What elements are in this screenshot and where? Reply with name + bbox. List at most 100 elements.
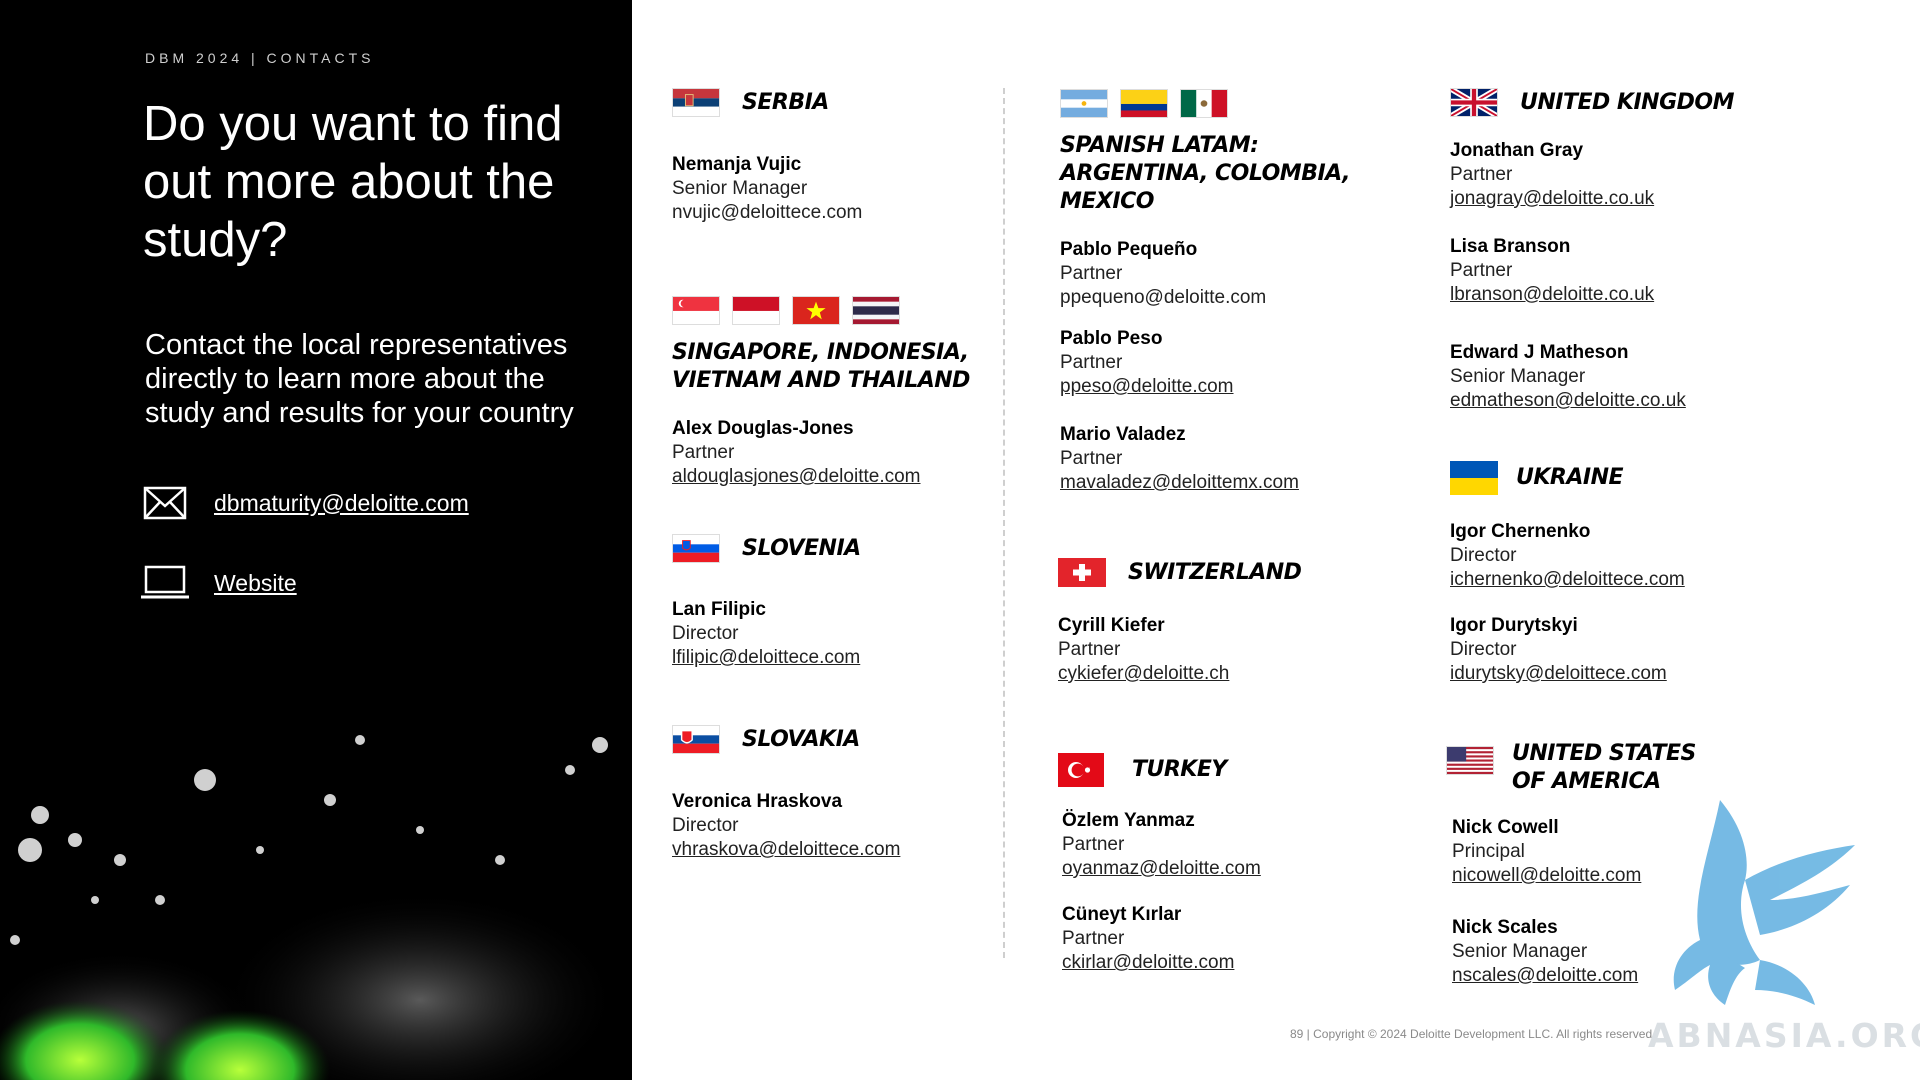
country-title: UNITED STATES OF AMERICA	[1512, 741, 1696, 794]
singapore-flag-icon	[672, 296, 720, 325]
email-contact[interactable]: dbmaturity@deloitte.com	[143, 486, 469, 520]
country-title: SLOVAKIA	[742, 726, 860, 752]
contact-card: Mario Valadez Partner mavaladez@deloitte…	[1060, 423, 1380, 495]
page-footer: 89 | Copyright © 2024 Deloitte Developme…	[1290, 1027, 1656, 1041]
contact-role: Partner	[1058, 639, 1121, 660]
contact-card: Pablo Pequeño Partner ppequeno@deloitte.…	[1060, 238, 1380, 310]
contact-role: Partner	[1060, 263, 1123, 284]
contact-email[interactable]: lfilipic@deloittece.com	[672, 646, 972, 670]
contact-email[interactable]: lbranson@deloitte.co.uk	[1450, 283, 1810, 307]
vietnam-flag-icon	[792, 296, 840, 325]
usa-flag-icon	[1446, 746, 1494, 775]
contact-role: Partner	[1060, 448, 1123, 469]
contact-role: Director	[1450, 545, 1517, 566]
serbia-flag-icon	[672, 88, 720, 117]
contact-email[interactable]: mavaladez@deloittemx.com	[1060, 471, 1380, 495]
indonesia-flag-icon	[732, 296, 780, 325]
contact-name: Özlem Yanmaz	[1062, 810, 1195, 831]
country-title: SLOVENIA	[742, 535, 861, 561]
contact-card: Nemanja Vujic Senior Manager nvujic@delo…	[672, 153, 972, 225]
contact-card: Nick Cowell Principal nicowell@deloitte.…	[1452, 816, 1806, 888]
country-section-serbia: SERBIA Nemanja Vujic Senior Manager nvuj…	[672, 88, 972, 225]
contact-role: Partner	[1062, 928, 1125, 949]
column-divider	[1003, 88, 1005, 958]
contact-role: Director	[672, 623, 739, 644]
contact-card: Alex Douglas-Jones Partner aldouglasjone…	[672, 417, 992, 489]
contact-card: Igor Durytskyi Director idurytsky@deloit…	[1450, 614, 1810, 686]
contact-card: Igor Chernenko Director ichernenko@deloi…	[1450, 520, 1810, 592]
contact-email[interactable]: nscales@deloitte.com	[1452, 964, 1806, 988]
contact-name: Lisa Branson	[1450, 236, 1571, 257]
contact-role: Principal	[1452, 841, 1525, 862]
contact-name: Edward J Matheson	[1450, 342, 1629, 363]
left-panel: DBM 2024 | CONTACTS Do you want to find …	[0, 0, 632, 1080]
contact-name: Cüneyt Kırlar	[1062, 904, 1182, 925]
contact-name: Igor Chernenko	[1450, 521, 1591, 542]
contact-name: Lan Filipic	[672, 599, 766, 620]
contact-card: Cüneyt Kırlar Partner ckirlar@deloitte.c…	[1062, 903, 1378, 975]
email-link[interactable]: dbmaturity@deloitte.com	[214, 490, 469, 517]
contact-email[interactable]: vhraskova@deloittece.com	[672, 838, 972, 862]
contact-name: Jonathan Gray	[1450, 140, 1584, 161]
contact-role: Senior Manager	[1452, 941, 1588, 962]
thailand-flag-icon	[852, 296, 900, 325]
decorative-splash-image	[0, 735, 620, 1080]
contact-email[interactable]: ckirlar@deloitte.com	[1062, 951, 1378, 975]
country-section-southeast-asia: SINGAPORE, INDONESIA, VIETNAM AND THAILA…	[672, 296, 992, 489]
contact-email[interactable]: ichernenko@deloittece.com	[1450, 568, 1810, 592]
country-section-switzerland: SWITZERLAND Cyrill Kiefer Partner cykief…	[1058, 558, 1378, 686]
slovenia-flag-icon	[672, 534, 720, 563]
contact-email[interactable]: aldouglasjones@deloitte.com	[672, 465, 992, 489]
contact-card: Edward J Matheson Senior Manager edmathe…	[1450, 341, 1810, 413]
contact-name: Pablo Pequeño	[1060, 239, 1198, 260]
contact-email[interactable]: cykiefer@deloitte.ch	[1058, 662, 1378, 686]
contact-name: Igor Durytskyi	[1450, 615, 1578, 636]
contact-card: Özlem Yanmaz Partner oyanmaz@deloitte.co…	[1062, 809, 1378, 881]
contact-card: Lan Filipic Director lfilipic@deloittece…	[672, 598, 972, 670]
argentina-flag-icon	[1060, 89, 1108, 118]
contact-email[interactable]: ppequeno@deloitte.com	[1060, 286, 1380, 310]
country-section-usa: UNITED STATES OF AMERICA Nick Cowell Pri…	[1446, 740, 1806, 988]
contact-role: Partner	[1450, 260, 1513, 281]
contact-role: Senior Manager	[1450, 366, 1586, 387]
contact-email[interactable]: nvujic@deloittece.com	[672, 201, 972, 225]
contact-role: Partner	[1060, 352, 1123, 373]
contact-name: Mario Valadez	[1060, 424, 1186, 445]
contact-role: Partner	[1450, 164, 1513, 185]
country-section-slovenia: SLOVENIA Lan Filipic Director lfilipic@d…	[672, 534, 972, 670]
contact-email[interactable]: idurytsky@deloittece.com	[1450, 662, 1810, 686]
united-kingdom-flag-icon	[1450, 88, 1498, 117]
contact-name: Cyrill Kiefer	[1058, 615, 1165, 636]
laptop-icon	[141, 565, 189, 599]
page-subtitle: Contact the local representatives direct…	[145, 329, 574, 429]
contact-role: Senior Manager	[672, 178, 808, 199]
contact-card: Jonathan Gray Partner jonagray@deloitte.…	[1450, 139, 1810, 211]
contact-name: Nick Scales	[1452, 917, 1558, 938]
country-section-turkey: TURKEY Özlem Yanmaz Partner oyanmaz@delo…	[1058, 753, 1378, 975]
switzerland-flag-icon	[1058, 558, 1106, 587]
slovakia-flag-icon	[672, 725, 720, 754]
contact-card: Lisa Branson Partner lbranson@deloitte.c…	[1450, 235, 1810, 307]
country-title: SWITZERLAND	[1128, 559, 1302, 585]
contact-email[interactable]: ppeso@deloitte.com	[1060, 375, 1380, 399]
contact-name: Nemanja Vujic	[672, 154, 802, 175]
contact-email[interactable]: jonagray@deloitte.co.uk	[1450, 187, 1810, 211]
contact-role: Partner	[672, 442, 735, 463]
contact-email[interactable]: oyanmaz@deloitte.com	[1062, 857, 1378, 881]
page-title: Do you want to find out more about the s…	[143, 97, 563, 267]
contact-role: Director	[1450, 639, 1517, 660]
contact-email[interactable]: edmatheson@deloitte.co.uk	[1450, 389, 1810, 413]
contact-card: Veronica Hraskova Director vhraskova@del…	[672, 790, 972, 862]
website-contact[interactable]: Website	[140, 565, 297, 601]
ukraine-flag-icon	[1450, 461, 1498, 495]
country-section-ukraine: UKRAINE Igor Chernenko Director ichernen…	[1450, 461, 1810, 686]
country-title: UKRAINE	[1516, 465, 1624, 490]
contact-email[interactable]: nicowell@deloitte.com	[1452, 864, 1806, 888]
contact-name: Veronica Hraskova	[672, 791, 843, 812]
website-link[interactable]: Website	[214, 570, 297, 597]
contact-card: Pablo Peso Partner ppeso@deloitte.com	[1060, 327, 1380, 399]
contact-name: Nick Cowell	[1452, 817, 1559, 838]
section-kicker: DBM 2024 | CONTACTS	[145, 50, 375, 66]
contact-role: Director	[672, 815, 739, 836]
country-title: UNITED KINGDOM	[1520, 89, 1734, 115]
